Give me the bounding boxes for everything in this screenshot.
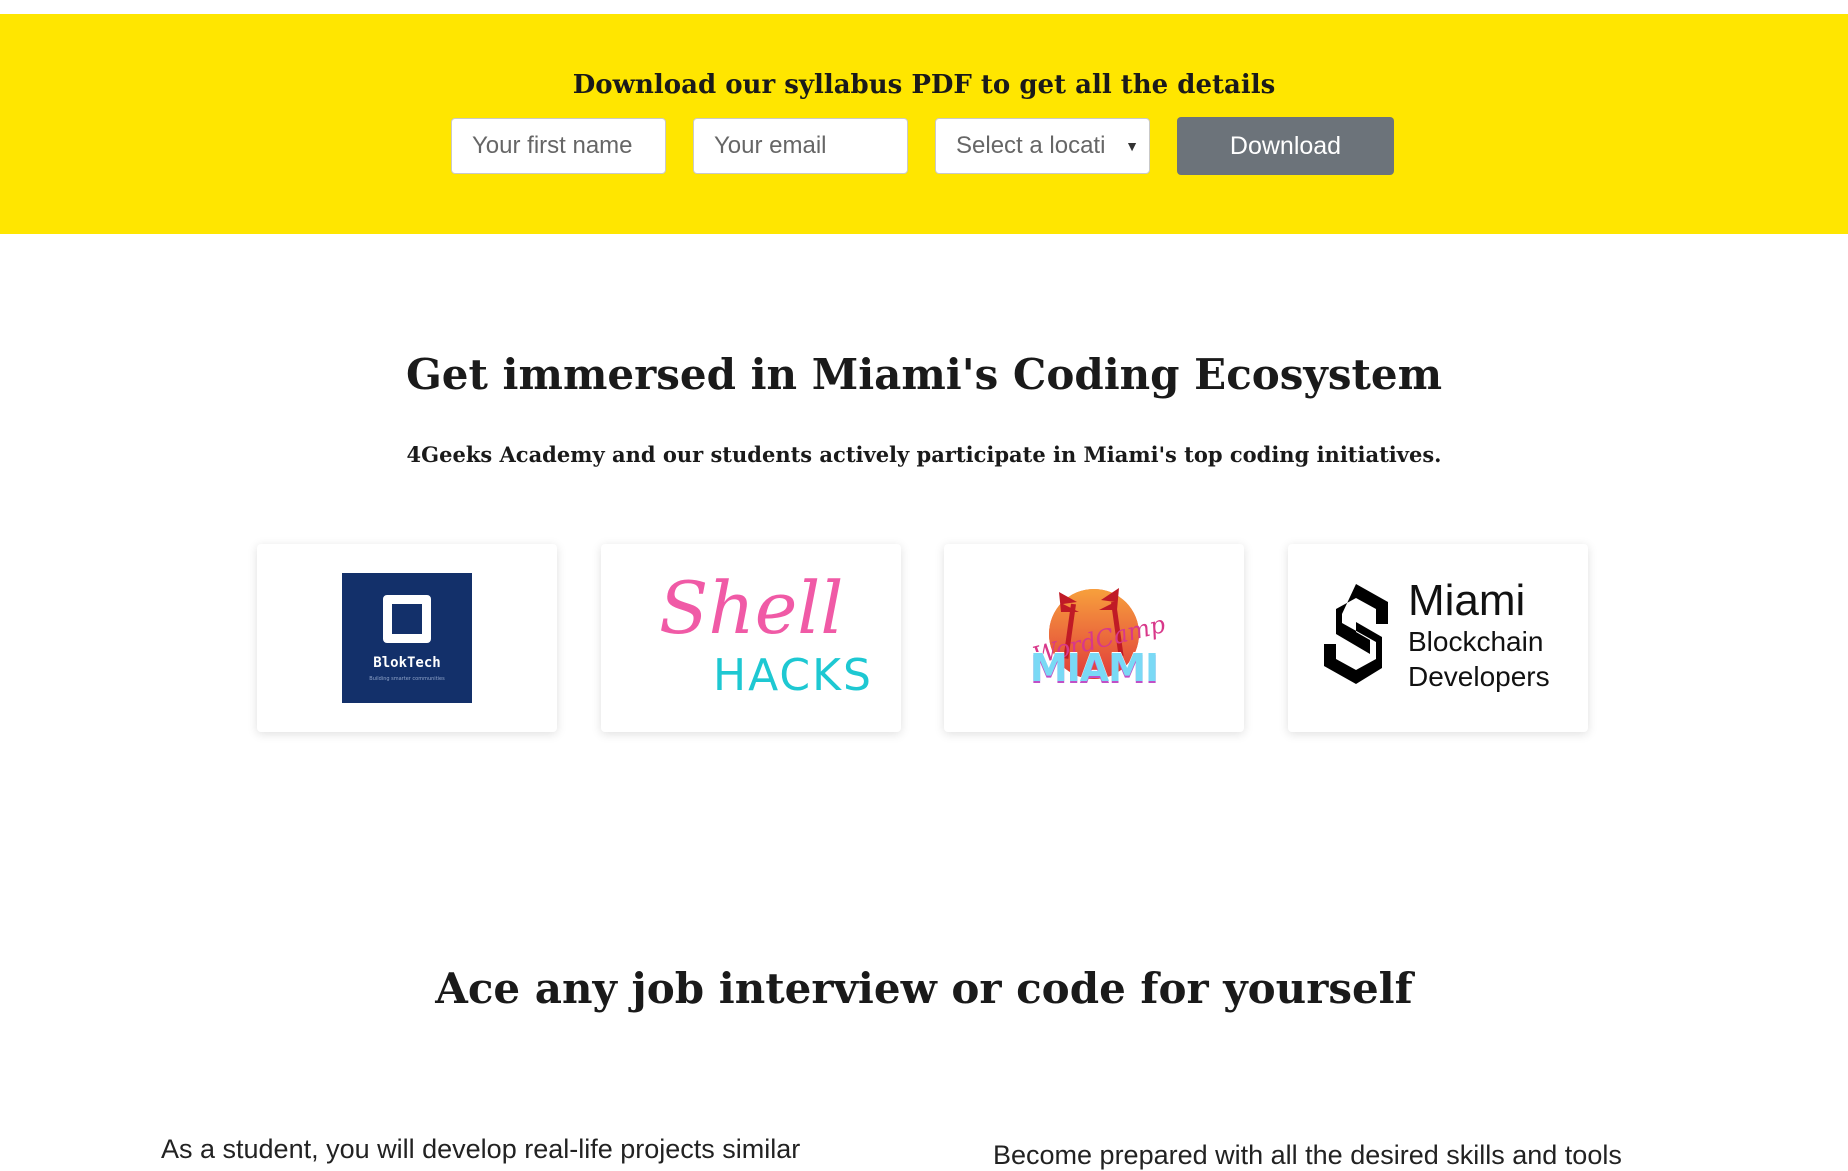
bloktech-logo: BlokTech Building smarter communities [342,573,472,703]
location-select-value: Select a locati [956,132,1106,159]
caret-down-icon: ▼ [1125,138,1139,154]
download-button[interactable]: Download [1177,117,1394,175]
wordcamp-miami-logo: WordCamp MIAMI [1019,574,1169,704]
ecosystem-title: Get immersed in Miami's Coding Ecosystem [405,350,1443,399]
banner-title: Download our syllabus PDF to get all the… [572,70,1276,100]
partner-card-shellhacks[interactable]: Shell HACKS [601,544,901,732]
bloktech-logo-name: BlokTech [373,655,441,671]
mbd-line-1: Miami [1408,576,1526,625]
email-input[interactable]: Your email [693,118,908,174]
wordcamp-miami-text: MIAMI [1029,646,1159,690]
mbd-line-2: Blockchain [1408,626,1544,657]
interview-title: Ace any job interview or code for yourse… [435,964,1413,1013]
partner-card-bloktech[interactable]: BlokTech Building smarter communities [257,544,557,732]
partner-card-wordcamp-miami[interactable]: WordCamp MIAMI [944,544,1244,732]
shellhacks-logo-hacks: HACKS [713,650,873,701]
hexagon-chain-icon [1324,584,1388,684]
location-select[interactable]: Select a locati ▼ [935,118,1150,174]
ecosystem-subtitle: 4Geeks Academy and our students actively… [406,442,1442,467]
mbd-line-3: Developers [1408,661,1550,692]
right-paragraph: Become prepared with all the desired ski… [993,1140,1622,1170]
bloktech-logo-tagline: Building smarter communities [369,676,445,682]
partner-card-miami-blockchain[interactable]: Miami Blockchain Developers [1288,544,1588,732]
shellhacks-logo-script: Shell [659,566,844,650]
first-name-input[interactable]: Your first name [451,118,666,174]
left-paragraph: As a student, you will develop real-life… [161,1134,801,1164]
syllabus-download-banner: Download our syllabus PDF to get all the… [0,14,1848,234]
square-icon [383,595,431,643]
miami-blockchain-logo-text: Miami Blockchain Developers [1408,578,1550,694]
